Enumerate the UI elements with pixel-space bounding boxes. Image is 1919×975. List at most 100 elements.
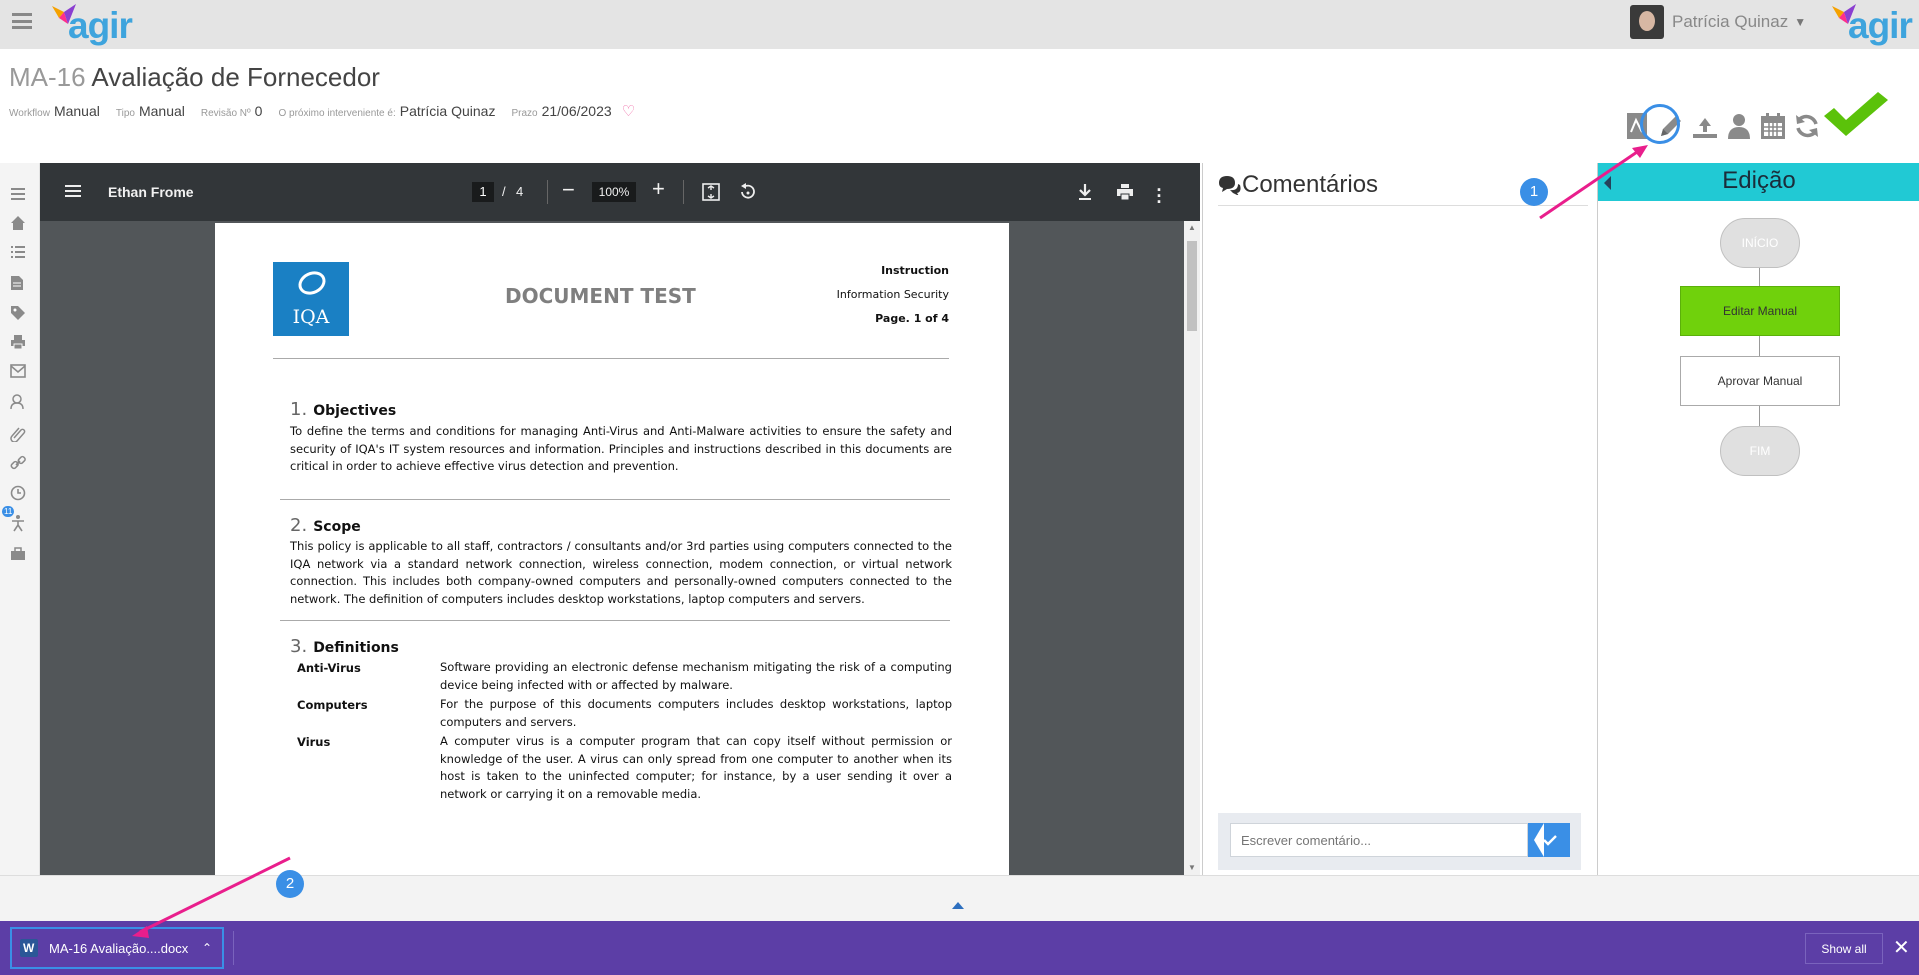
clock-icon[interactable] (10, 485, 28, 503)
users-icon[interactable] (10, 394, 28, 412)
zoom-input[interactable]: 100% (592, 182, 636, 202)
user-menu[interactable]: Patrícia Quinaz ▼ (1630, 4, 1806, 40)
briefcase-icon[interactable] (10, 547, 28, 565)
page-number-input[interactable]: 1 (472, 182, 494, 202)
logo-text: agir (1848, 5, 1913, 46)
scrollbar-thumb[interactable] (1187, 241, 1197, 331)
accessibility-icon[interactable] (10, 514, 28, 532)
definition-text: For the purpose of this documents comput… (440, 697, 952, 729)
check-icon (1543, 835, 1557, 846)
top-bar: agir Patrícia Quinaz ▼ agir (0, 0, 1919, 49)
interveniente-label: O próximo interveniente é: (278, 108, 396, 119)
comments-header: Comentários (1218, 171, 1378, 199)
link-icon[interactable] (10, 455, 28, 473)
show-all-button[interactable]: Show all (1805, 933, 1883, 964)
comment-composer (1218, 813, 1581, 870)
pdf-document-name: Ethan Frome (108, 184, 194, 200)
divider (280, 499, 950, 500)
header-line: Instruction (881, 264, 949, 277)
menu-icon[interactable] (65, 185, 81, 199)
print-icon[interactable] (10, 334, 28, 352)
revisao-value: 0 (254, 103, 263, 119)
download-shelf: MA-16 Avaliação....docx ⌃ Show all ✕ (0, 921, 1919, 975)
prazo-value: 21/06/2023 (541, 103, 612, 119)
prazo-label: Prazo (511, 108, 538, 119)
page-total: 4 (516, 184, 524, 199)
document-code: MA-16 (9, 62, 86, 92)
word-file-icon (20, 939, 38, 957)
chevron-down-icon: ▼ (1794, 15, 1807, 29)
bullet-list-icon[interactable] (10, 245, 28, 263)
agir-logo-right: agir (1830, 2, 1919, 46)
tipo-label: Tipo (115, 108, 135, 119)
comment-input[interactable] (1230, 823, 1528, 857)
divider (233, 931, 234, 965)
expand-up-icon[interactable] (952, 902, 964, 909)
download-file-name: MA-16 Avaliação....docx (49, 940, 189, 956)
list-icon[interactable] (10, 187, 28, 205)
workflow-panel: Edição INÍCIO Editar Manual Aprovar Manu… (1597, 163, 1919, 875)
workflow-title: Edição (1722, 167, 1796, 194)
rotate-icon[interactable] (738, 183, 756, 201)
workflow-step-editar[interactable]: Editar Manual (1680, 286, 1840, 336)
pdf-scrollbar[interactable]: ▲ ▼ (1184, 221, 1200, 875)
section-heading: 1. Objectives (290, 399, 397, 420)
annotation-badge-1: 1 (1520, 178, 1548, 206)
hamburger-menu-icon[interactable] (12, 13, 32, 29)
document-header-info: Instruction Information Security Page. 1… (837, 259, 949, 331)
annotation-badge-2: 2 (276, 870, 304, 898)
divider (683, 180, 684, 204)
zoom-in-icon[interactable]: + (652, 176, 665, 202)
workflow-start-node[interactable]: INÍCIO (1720, 218, 1800, 268)
connector (1759, 406, 1760, 426)
upload-icon[interactable] (1688, 107, 1722, 145)
chevron-up-icon[interactable]: ⌃ (202, 941, 212, 955)
home-icon[interactable] (10, 215, 28, 233)
page-title: MA-16 Avaliação de Fornecedor (9, 62, 380, 93)
workflow-end-node[interactable]: FIM (1720, 426, 1800, 476)
paperclip-icon[interactable] (10, 426, 28, 444)
agir-logo[interactable]: agir (50, 2, 140, 46)
download-item[interactable]: MA-16 Avaliação....docx ⌃ (10, 927, 224, 969)
section-text: To define the terms and conditions for m… (290, 424, 952, 473)
tags-icon[interactable] (10, 305, 28, 323)
workflow-label: Workflow (9, 108, 50, 119)
more-options-icon[interactable]: ... (1155, 176, 1163, 206)
document-icon[interactable] (10, 275, 28, 293)
definition-text: A computer virus is a computer program t… (440, 734, 952, 801)
divider (280, 620, 950, 621)
scroll-down-icon[interactable]: ▼ (1188, 863, 1196, 872)
workflow-header: Edição (1598, 163, 1919, 201)
divider (273, 358, 949, 359)
print-icon[interactable] (1116, 183, 1134, 201)
iqa-logo: IQA (273, 262, 349, 336)
comments-title: Comentários (1242, 171, 1379, 198)
connector (1759, 268, 1760, 286)
fit-page-icon[interactable] (702, 183, 720, 201)
send-comment-button[interactable] (1528, 823, 1570, 857)
user-name: Patrícia Quinaz (1672, 12, 1789, 31)
highlight-ring (1640, 104, 1680, 144)
definition-term: Computers (297, 698, 368, 712)
heart-icon[interactable]: ♡ (622, 102, 635, 120)
header-line: Page. 1 of 4 (875, 312, 949, 325)
pdf-page: IQA DOCUMENT TEST Instruction Informatio… (215, 223, 1009, 875)
workflow-step-aprovar[interactable]: Aprovar Manual (1680, 356, 1840, 406)
connector (1759, 336, 1760, 356)
zoom-out-icon[interactable]: − (562, 177, 575, 203)
header-line: Information Security (836, 288, 949, 301)
download-icon[interactable] (1077, 183, 1093, 201)
envelope-icon[interactable] (10, 364, 28, 382)
document-heading: DOCUMENT TEST (505, 284, 696, 308)
scroll-up-icon[interactable]: ▲ (1188, 223, 1196, 232)
user-icon[interactable] (1722, 107, 1756, 145)
calendar-icon[interactable] (1756, 107, 1790, 145)
left-icon-rail: 11 (0, 163, 40, 875)
tipo-value: Manual (138, 103, 185, 119)
approve-check-icon[interactable] (1820, 90, 1890, 140)
close-icon[interactable]: ✕ (1893, 935, 1910, 960)
definition-term: Virus (297, 735, 331, 749)
refresh-icon[interactable] (1790, 107, 1824, 145)
interveniente-value: Patrícia Quinaz (399, 103, 496, 119)
divider (547, 180, 548, 204)
